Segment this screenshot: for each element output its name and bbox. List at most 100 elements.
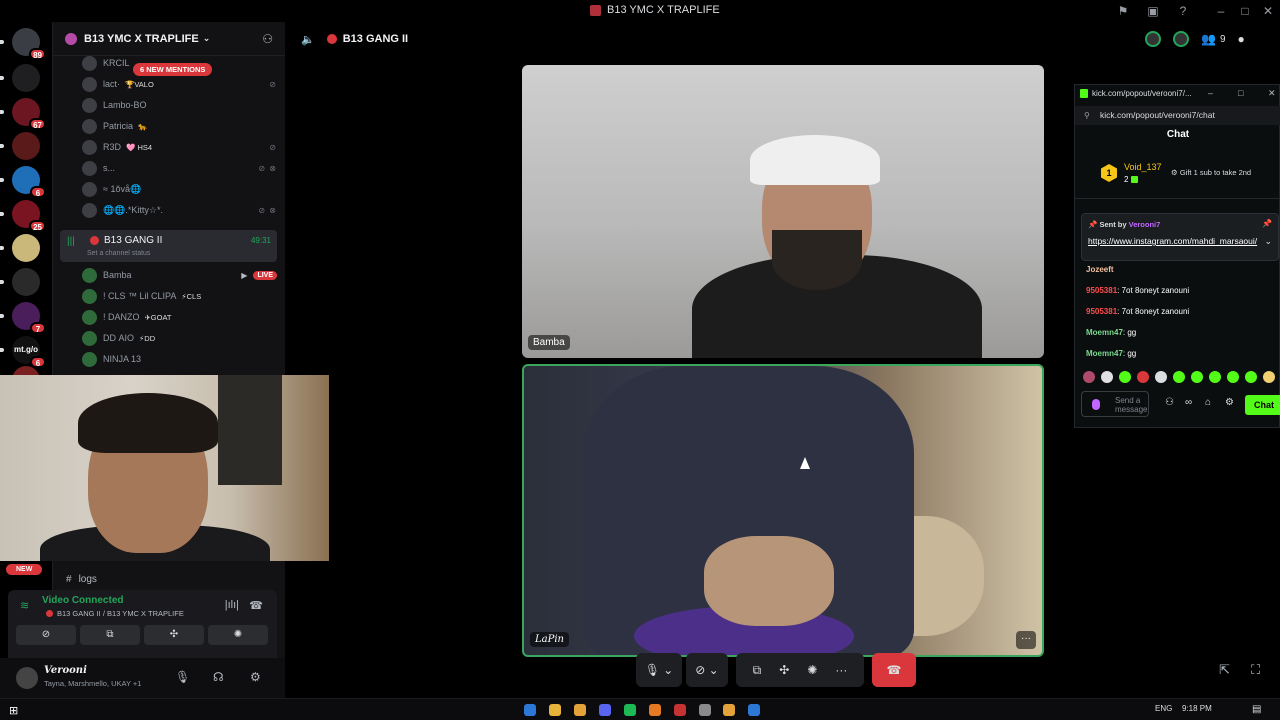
participant-avatar[interactable] [1145, 31, 1161, 47]
clock[interactable]: 9:18 PM [1182, 704, 1212, 713]
emote-picker-icon[interactable] [1092, 399, 1100, 410]
settings-gear-icon[interactable]: ⚙ [250, 670, 261, 684]
address-bar[interactable]: ⚲ kick.com/popout/verooni7/chat [1075, 106, 1280, 125]
infinity-icon[interactable]: ∞ [1185, 397, 1192, 408]
chat-username[interactable]: Jozeeft [1086, 265, 1114, 274]
soundboard-button[interactable]: ✺ [208, 625, 268, 645]
mute-button[interactable]: 🎙 ⌄ [636, 653, 682, 687]
emote-icon[interactable] [1173, 371, 1185, 383]
video-tile-bamba[interactable]: Bamba [522, 65, 1044, 358]
emote-icon[interactable] [1191, 371, 1203, 383]
activities-button[interactable]: ✣ [144, 625, 204, 645]
soundboard-icon[interactable]: ✺ [807, 663, 817, 677]
voice-user[interactable]: DD ΑΙΟ ⚡DD [82, 329, 277, 347]
server-icon[interactable]: mt.g/o 6 [12, 336, 46, 368]
server-header[interactable]: B13 YMC X TRAPLIFE ⌄ ⚇ [53, 22, 285, 56]
server-icon[interactable] [12, 234, 40, 262]
start-icon[interactable]: ⊞ [9, 704, 18, 717]
server-icon[interactable]: 67 [12, 98, 46, 130]
users-icon[interactable]: ⚇ [1165, 397, 1174, 408]
emote-icon[interactable] [1227, 371, 1239, 383]
screen-share-icon[interactable]: ⧉ [753, 663, 762, 678]
pin-icon[interactable]: 📌 [1262, 219, 1272, 228]
spotify-icon[interactable] [624, 704, 636, 716]
add-member-icon[interactable]: ⚇ [262, 32, 273, 46]
fullscreen-icon[interactable]: ⛶ [1251, 662, 1260, 678]
language-indicator[interactable]: ENG [1155, 704, 1172, 713]
username[interactable]: Verooni [44, 665, 87, 676]
voice-user[interactable]: ! CLS ™ Lil CLIPA ⚡CLS [82, 287, 277, 305]
avatar[interactable] [16, 667, 38, 689]
members-icon[interactable]: 👥 [1201, 32, 1216, 46]
app-icon[interactable] [699, 704, 711, 716]
noise-suppression-icon[interactable]: |ılı| [225, 599, 239, 611]
gift-sub-prompt[interactable]: ⚙ Gift 1 sub to take 2nd [1171, 168, 1251, 177]
new-badge[interactable]: NEW [6, 564, 43, 575]
screen-share-button[interactable]: ⧉ [80, 625, 140, 645]
pinned-author[interactable]: Verooni7 [1129, 220, 1161, 229]
voice-user[interactable]: ≈ 1ŏvå🌐 [82, 180, 277, 198]
server-icon[interactable]: 6 [12, 166, 46, 198]
screen-icon[interactable]: ▣ [1145, 3, 1161, 19]
app-icon[interactable] [748, 704, 760, 716]
voice-channel-b13-gang-ii[interactable]: ||| B13 GANG II Set a channel status 49:… [60, 230, 277, 262]
close-icon[interactable]: ✕ [1260, 3, 1276, 19]
edge-icon[interactable] [524, 704, 536, 716]
more-options-icon[interactable]: ··· [1016, 631, 1036, 649]
microphone-icon[interactable]: 🎙 [175, 670, 190, 684]
voice-user[interactable]: NINJA 13 [82, 350, 277, 368]
headphones-icon[interactable]: ☊ [213, 670, 224, 684]
server-icon[interactable]: 25 [12, 200, 46, 232]
voice-user[interactable]: Bamba ▶ LIVE [82, 266, 277, 284]
more-icon[interactable]: ··· [835, 663, 847, 677]
chat-icon[interactable]: ● [1238, 32, 1245, 46]
popout-icon[interactable]: ⇱ [1219, 662, 1230, 678]
help-icon[interactable]: ? [1175, 3, 1191, 19]
maximize-icon[interactable]: □ [1238, 88, 1243, 98]
voice-user[interactable]: 🌐🌐.*Kitty☆*. ⊘ ⊗ [82, 201, 277, 219]
emote-icon[interactable] [1083, 371, 1095, 383]
notifications-icon[interactable]: ▤ [1252, 704, 1261, 715]
inbox-icon[interactable]: ⚑ [1115, 3, 1131, 19]
chat-username[interactable]: 9505381 [1086, 307, 1117, 316]
gifter-name[interactable]: Void_137 [1124, 162, 1162, 172]
minimize-icon[interactable]: – [1213, 3, 1229, 19]
channel-logs[interactable]: # logs [66, 574, 97, 585]
chat-input[interactable]: Send a message [1081, 391, 1149, 417]
voice-user[interactable]: s... ⊘ ⊗ [82, 159, 277, 177]
emote-icon[interactable] [1209, 371, 1221, 383]
close-icon[interactable]: ✕ [1268, 88, 1276, 99]
store-icon[interactable]: ⌂ [1205, 397, 1211, 408]
voice-user[interactable]: KRCIL [82, 54, 277, 72]
emote-icon[interactable] [1263, 371, 1275, 383]
chat-username[interactable]: Moemn47 [1086, 349, 1123, 358]
minimize-icon[interactable]: – [1208, 88, 1213, 98]
camera-button[interactable]: ⊘ ⌄ [686, 653, 728, 687]
maximize-icon[interactable]: □ [1237, 3, 1253, 19]
activities-icon[interactable]: ✣ [779, 663, 789, 677]
app-icon[interactable] [674, 704, 686, 716]
emote-icon[interactable] [1119, 371, 1131, 383]
camera-toggle-button[interactable]: ⊘ [16, 625, 76, 645]
video-tile-lapin[interactable]: LaPin ··· [522, 364, 1044, 657]
emote-icon[interactable] [1101, 371, 1113, 383]
discord-icon[interactable] [599, 704, 611, 716]
search-app-icon[interactable] [649, 704, 661, 716]
server-icon[interactable] [12, 268, 40, 296]
participant-avatar[interactable] [1173, 31, 1189, 47]
voice-status[interactable]: Video Connected [42, 595, 124, 606]
voice-user[interactable]: Lambo-BO [82, 96, 277, 114]
chat-username[interactable]: 9505381 [1086, 286, 1117, 295]
server-icon[interactable]: 7 [12, 302, 46, 334]
voice-user[interactable]: lact· 🏆VALO ⊘ [82, 75, 277, 93]
voice-user[interactable]: R3D 🩷 HS4 ⊘ [82, 138, 277, 156]
chrome-icon[interactable] [723, 704, 735, 716]
server-icon[interactable] [12, 64, 40, 92]
emote-icon[interactable] [1245, 371, 1257, 383]
pinned-link[interactable]: https://www.instagram.com/mahdi_marsaoui… [1088, 235, 1258, 248]
disconnect-icon[interactable]: ☎ [249, 599, 263, 612]
live-badge[interactable]: LIVE [253, 270, 277, 280]
emote-icon[interactable] [1137, 371, 1149, 383]
end-call-button[interactable]: ☎ [872, 653, 916, 687]
file-explorer-icon[interactable] [549, 704, 561, 716]
